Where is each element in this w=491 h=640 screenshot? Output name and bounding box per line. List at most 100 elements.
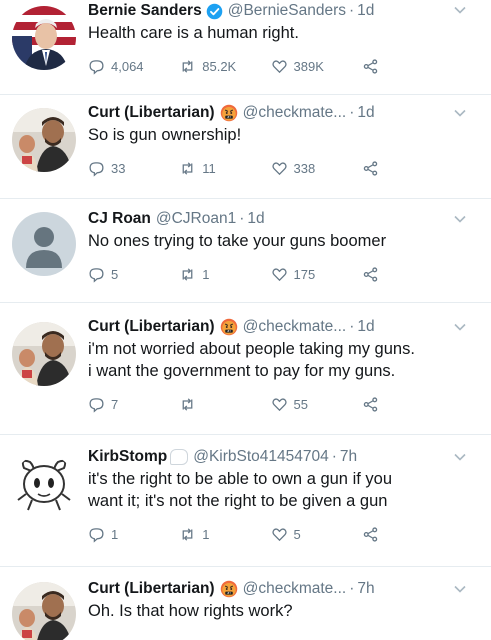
tweet-text: So is gun ownership! — [88, 124, 453, 146]
share-icon — [363, 526, 377, 542]
reply-icon — [89, 527, 104, 543]
retweet-button[interactable]: 11 — [179, 160, 270, 177]
retweet-icon — [182, 267, 193, 281]
chevron-down-icon[interactable] — [453, 452, 467, 462]
like-button[interactable]: 55 — [271, 396, 362, 413]
timestamp[interactable]: 1d — [357, 104, 374, 122]
verified-badge-icon — [206, 3, 223, 20]
user-handle[interactable]: @checkmate... — [243, 104, 347, 122]
share-button[interactable] — [362, 526, 453, 543]
tweet-header: KirbStomp @KirbSto41454704 · 7h — [88, 446, 453, 468]
avatar[interactable] — [12, 454, 76, 518]
reply-button[interactable]: 4,064 — [88, 58, 179, 75]
share-icon — [363, 160, 377, 176]
share-button[interactable] — [362, 396, 453, 413]
divider — [0, 94, 491, 95]
like-button[interactable]: 389K — [271, 58, 362, 75]
share-button[interactable] — [362, 58, 453, 75]
user-handle[interactable]: @KirbSto41454704 — [193, 448, 329, 466]
tweet-text-line: Oh. Is that how rights work? — [88, 602, 293, 620]
svg-text:#!: #! — [227, 329, 231, 333]
tweet-text: Health care is a human right. — [88, 22, 453, 44]
heart-icon — [271, 397, 287, 411]
tweet-header: CJ Roan @CJRoan1 · 1d — [88, 208, 453, 230]
tweet-text-line: it's the right to be able to own a gun i… — [88, 470, 393, 488]
chevron-down-icon[interactable] — [453, 214, 467, 224]
user-handle[interactable]: @CJRoan1 — [156, 210, 236, 228]
reply-count: 1 — [111, 526, 119, 542]
separator-dot: · — [349, 580, 355, 597]
chevron-down-icon[interactable] — [453, 5, 467, 15]
tweet-actions: 33 11 338 — [88, 158, 453, 178]
avatar-image — [12, 322, 76, 386]
speech-bubble-icon — [170, 449, 189, 465]
display-name[interactable]: Curt (Libertarian) — [88, 580, 215, 598]
avatar[interactable] — [12, 582, 76, 640]
divider — [0, 566, 491, 567]
avatar[interactable] — [12, 322, 76, 386]
avatar-image — [12, 582, 76, 640]
timestamp[interactable]: 7h — [357, 580, 374, 598]
tweet-text-line: i want the government to pay for my guns… — [88, 362, 396, 380]
chevron-down-icon[interactable] — [453, 322, 467, 332]
divider — [0, 434, 491, 435]
heart-icon — [271, 161, 287, 175]
avatar[interactable] — [12, 212, 76, 276]
timestamp[interactable]: 1d — [357, 2, 374, 20]
retweet-icon — [182, 59, 193, 73]
divider — [0, 198, 491, 199]
share-button[interactable] — [362, 160, 453, 177]
separator-dot: · — [349, 2, 355, 19]
user-handle[interactable]: @checkmate... — [243, 318, 347, 336]
retweet-icon — [182, 397, 193, 411]
tweet-actions: 4,064 85.2K 389K — [88, 56, 453, 76]
share-icon — [363, 396, 377, 412]
default-profile-icon — [12, 212, 76, 276]
retweet-button[interactable]: 1 — [179, 526, 270, 543]
tweet-text: Oh. Is that how rights work? — [88, 600, 453, 622]
divider — [0, 302, 491, 303]
like-button[interactable]: 175 — [271, 266, 362, 283]
timestamp[interactable]: 1d — [357, 318, 374, 336]
heart-icon — [271, 527, 287, 541]
reply-button[interactable]: 7 — [88, 396, 179, 413]
display-name[interactable]: Bernie Sanders — [88, 2, 202, 20]
timestamp[interactable]: 1d — [247, 210, 264, 228]
tweet-text-line: So is gun ownership! — [88, 126, 242, 144]
display-name[interactable]: CJ Roan — [88, 210, 151, 228]
retweet-button[interactable]: 85.2K — [179, 58, 270, 75]
like-button[interactable]: 5 — [271, 526, 362, 543]
display-name[interactable]: Curt (Libertarian) — [88, 318, 215, 336]
timestamp[interactable]: 7h — [340, 448, 357, 466]
tweet-text: it's the right to be able to own a gun i… — [88, 468, 453, 512]
chevron-down-icon[interactable] — [453, 108, 467, 118]
reply-count: 7 — [111, 396, 119, 412]
reply-button[interactable]: 1 — [88, 526, 179, 543]
heart-icon — [271, 59, 287, 73]
display-name[interactable]: KirbStomp — [88, 448, 167, 466]
tweet-actions: 7 55 — [88, 394, 453, 414]
share-button[interactable] — [362, 266, 453, 283]
tweet-text-line: i'm not worried about people taking my g… — [88, 340, 415, 358]
user-handle[interactable]: @BernieSanders — [228, 2, 346, 20]
face-with-symbols-on-mouth-icon: #! — [220, 318, 238, 336]
tweet-header: Bernie Sanders @BernieSanders · 1d — [88, 0, 453, 22]
avatar[interactable] — [12, 6, 76, 70]
tweet-text: i'm not worried about people taking my g… — [88, 338, 453, 382]
reply-button[interactable]: 5 — [88, 266, 179, 283]
heart-icon — [271, 267, 287, 281]
user-handle[interactable]: @checkmate... — [243, 580, 347, 598]
tweet-actions: 1 1 5 — [88, 524, 453, 544]
chevron-down-icon[interactable] — [453, 584, 467, 594]
retweet-button[interactable]: 1 — [179, 266, 270, 283]
avatar[interactable] — [12, 108, 76, 172]
retweet-count: 1 — [202, 526, 210, 542]
display-name[interactable]: Curt (Libertarian) — [88, 104, 215, 122]
reply-button[interactable]: 33 — [88, 160, 179, 177]
like-button[interactable]: 338 — [271, 160, 362, 177]
avatar-image — [12, 108, 76, 172]
like-count: 338 — [293, 160, 316, 176]
tweet-text-line: want it; it's not the right to be given … — [88, 492, 388, 510]
retweet-button[interactable] — [179, 396, 270, 413]
reply-icon — [89, 161, 104, 177]
